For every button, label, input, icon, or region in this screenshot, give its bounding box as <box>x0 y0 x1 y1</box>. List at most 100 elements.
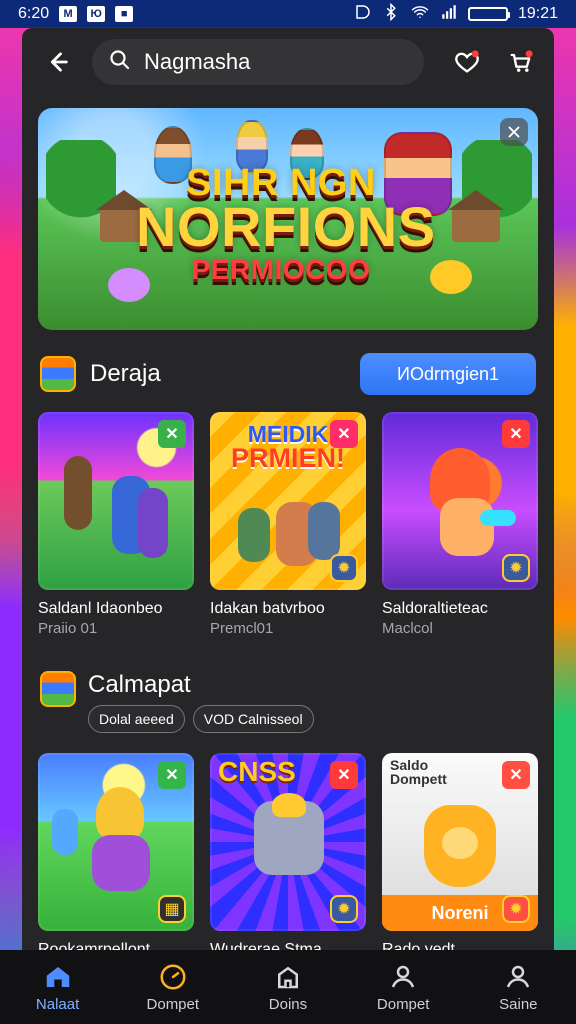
game-thumbnail[interactable]: ✕ <box>38 412 194 590</box>
section-action-button[interactable]: ИОdrmgien1 <box>360 353 536 395</box>
hero-pet-right <box>430 260 472 294</box>
search-icon <box>108 48 132 77</box>
status-badge-m: M <box>59 6 78 22</box>
thumbnail-character <box>308 502 340 560</box>
status-bar: 6:20 M Ю ■ 19:21 <box>0 0 576 28</box>
game-name: Saldanl Idaonbeo <box>38 600 163 617</box>
nav-item-dompet[interactable]: Dompet <box>125 962 221 1013</box>
cart-icon <box>510 50 533 72</box>
app-screen: Nagmasha SIHR NGN NORFIONS PERMIOCOO Der… <box>22 28 554 950</box>
game-meta: Praiio 01 <box>38 620 98 638</box>
back-button[interactable] <box>40 45 74 79</box>
section-app-icon <box>40 671 76 708</box>
status-right: 19:21 <box>354 2 558 26</box>
section-app-icon <box>40 356 76 392</box>
hero-title-line-2: NORFIONS <box>136 195 436 259</box>
game-name: Rookamrpellont <box>38 941 151 950</box>
section-title: Deraja <box>90 360 161 387</box>
status-time-right: 19:21 <box>517 5 558 22</box>
house-icon <box>273 962 303 992</box>
game-card[interactable]: ✕ ▦ Rookamrpellont <box>38 753 194 950</box>
status-left: 6:20 M Ю ■ <box>18 5 134 23</box>
game-name: Saldoraltieteac <box>382 600 488 617</box>
home-icon <box>43 962 73 992</box>
game-meta: Maclcol <box>382 620 433 638</box>
clock-icon <box>158 962 188 992</box>
wishlist-button[interactable] <box>450 45 484 79</box>
search-field[interactable]: Nagmasha <box>92 39 424 85</box>
game-card[interactable]: CNSS ✕ ✹ Wudrerae Stma <box>210 753 366 950</box>
top-bar: Nagmasha <box>22 28 554 96</box>
heart-icon <box>455 50 479 73</box>
thumbnail-character <box>238 508 270 562</box>
thumbnail-character <box>96 787 144 842</box>
tag-row: Dolal aeeed VOD Calnisseol <box>88 705 314 734</box>
nav-label: Doins <box>268 996 308 1013</box>
filter-tag[interactable]: Dolal aeeed <box>88 705 185 734</box>
cards-row-2: ✕ ▦ Rookamrpellont CNSS ✕ ✹ Wudrerae Stm… <box>22 753 554 950</box>
game-card[interactable]: Saldo Dompett ✕ Noreni ✹ Rado yedt <box>382 753 538 950</box>
hero-banner[interactable]: SIHR NGN NORFIONS PERMIOCOO <box>38 108 538 330</box>
hero-house-right <box>448 190 504 242</box>
top-actions <box>450 45 538 79</box>
game-meta: Premcl01 <box>210 620 274 638</box>
hero-text: SIHR NGN NORFIONS PERMIOCOO <box>136 164 436 285</box>
game-thumbnail[interactable]: Saldo Dompett ✕ Noreni ✹ <box>382 753 538 932</box>
nav-item-saine[interactable]: Saine <box>470 962 566 1013</box>
thumbnail-character <box>480 510 516 526</box>
close-icon <box>508 126 520 138</box>
thumbnail-title: Saldo Dompett <box>390 758 447 787</box>
status-time-left: 6:20 <box>18 5 50 22</box>
thumbnail-title-line-2: Dompett <box>390 770 447 787</box>
nav-label: Dompet <box>376 996 430 1013</box>
nav-label: Saine <box>499 996 538 1013</box>
star-badge-icon: ✹ <box>502 895 530 924</box>
arrow-left-icon <box>50 52 68 72</box>
game-card[interactable]: ✕ Saldanl Idaonbeo Praiio 01 <box>38 412 194 637</box>
thumbnail-character <box>138 488 168 558</box>
filter-tag[interactable]: VOD Calnisseol <box>192 705 314 734</box>
hero-close-button[interactable] <box>500 118 528 146</box>
bluetooth-icon <box>382 2 400 26</box>
nfc-icon <box>354 3 372 26</box>
section-header-calmapat: Calmapat Dolal aeeed VOD Calnisseol <box>22 671 554 734</box>
section-title: Calmapat <box>88 671 191 699</box>
game-card[interactable]: MEIDIK PRMIEN! ✕ ✹ Idakan batvrboo Premc… <box>210 412 366 637</box>
account-icon <box>503 962 533 992</box>
hero-title-line-3: PERMIOCOO <box>191 253 371 285</box>
nav-label: Nalaat <box>35 996 80 1013</box>
star-badge-icon: ✹ <box>330 554 358 582</box>
game-thumbnail[interactable]: MEIDIK PRMIEN! ✕ ✹ <box>210 412 366 590</box>
star-badge-icon: ✹ <box>330 895 358 924</box>
bottom-navigation: Nalaat Dompet Doins Dompet Saine <box>0 950 576 1024</box>
nav-item-home[interactable]: Nalaat <box>10 962 106 1013</box>
game-card[interactable]: ✕ ✹ Saldoraltieteac Maclcol <box>382 412 538 637</box>
thumbnail-character <box>92 835 150 892</box>
game-thumbnail[interactable]: CNSS ✕ ✹ <box>210 753 366 932</box>
nav-item-profile-dompet[interactable]: Dompet <box>355 962 451 1013</box>
star-badge-icon: ✹ <box>502 554 530 582</box>
thumbnail-character <box>64 456 92 530</box>
game-thumbnail[interactable]: ✕ ✹ <box>382 412 538 590</box>
cart-button[interactable] <box>504 45 538 79</box>
close-badge-icon[interactable]: ✕ <box>502 420 530 448</box>
wifi-icon <box>410 3 430 26</box>
status-badge-square: ■ <box>115 6 134 22</box>
signal-icon <box>440 3 458 26</box>
thumbnail-title: CNSS <box>218 756 296 788</box>
thumbnail-character <box>52 809 78 856</box>
close-badge-icon[interactable]: ✕ <box>158 761 186 790</box>
nav-label: Dompet <box>146 996 200 1013</box>
close-badge-icon[interactable]: ✕ <box>330 420 358 448</box>
close-badge-icon[interactable]: ✕ <box>158 420 186 448</box>
battery-icon <box>467 7 510 21</box>
search-input[interactable]: Nagmasha <box>144 49 250 75</box>
close-badge-icon[interactable]: ✕ <box>330 761 358 790</box>
thumbnail-character <box>440 498 494 556</box>
thumbnail-title-bottom: PRMIEN! <box>231 442 345 473</box>
cards-row-1: ✕ Saldanl Idaonbeo Praiio 01 MEIDIK PRMI… <box>22 412 554 637</box>
status-badge-image: Ю <box>87 6 106 22</box>
game-thumbnail[interactable]: ✕ ▦ <box>38 753 194 932</box>
nav-item-doins[interactable]: Doins <box>240 962 336 1013</box>
close-badge-icon[interactable]: ✕ <box>502 761 530 790</box>
